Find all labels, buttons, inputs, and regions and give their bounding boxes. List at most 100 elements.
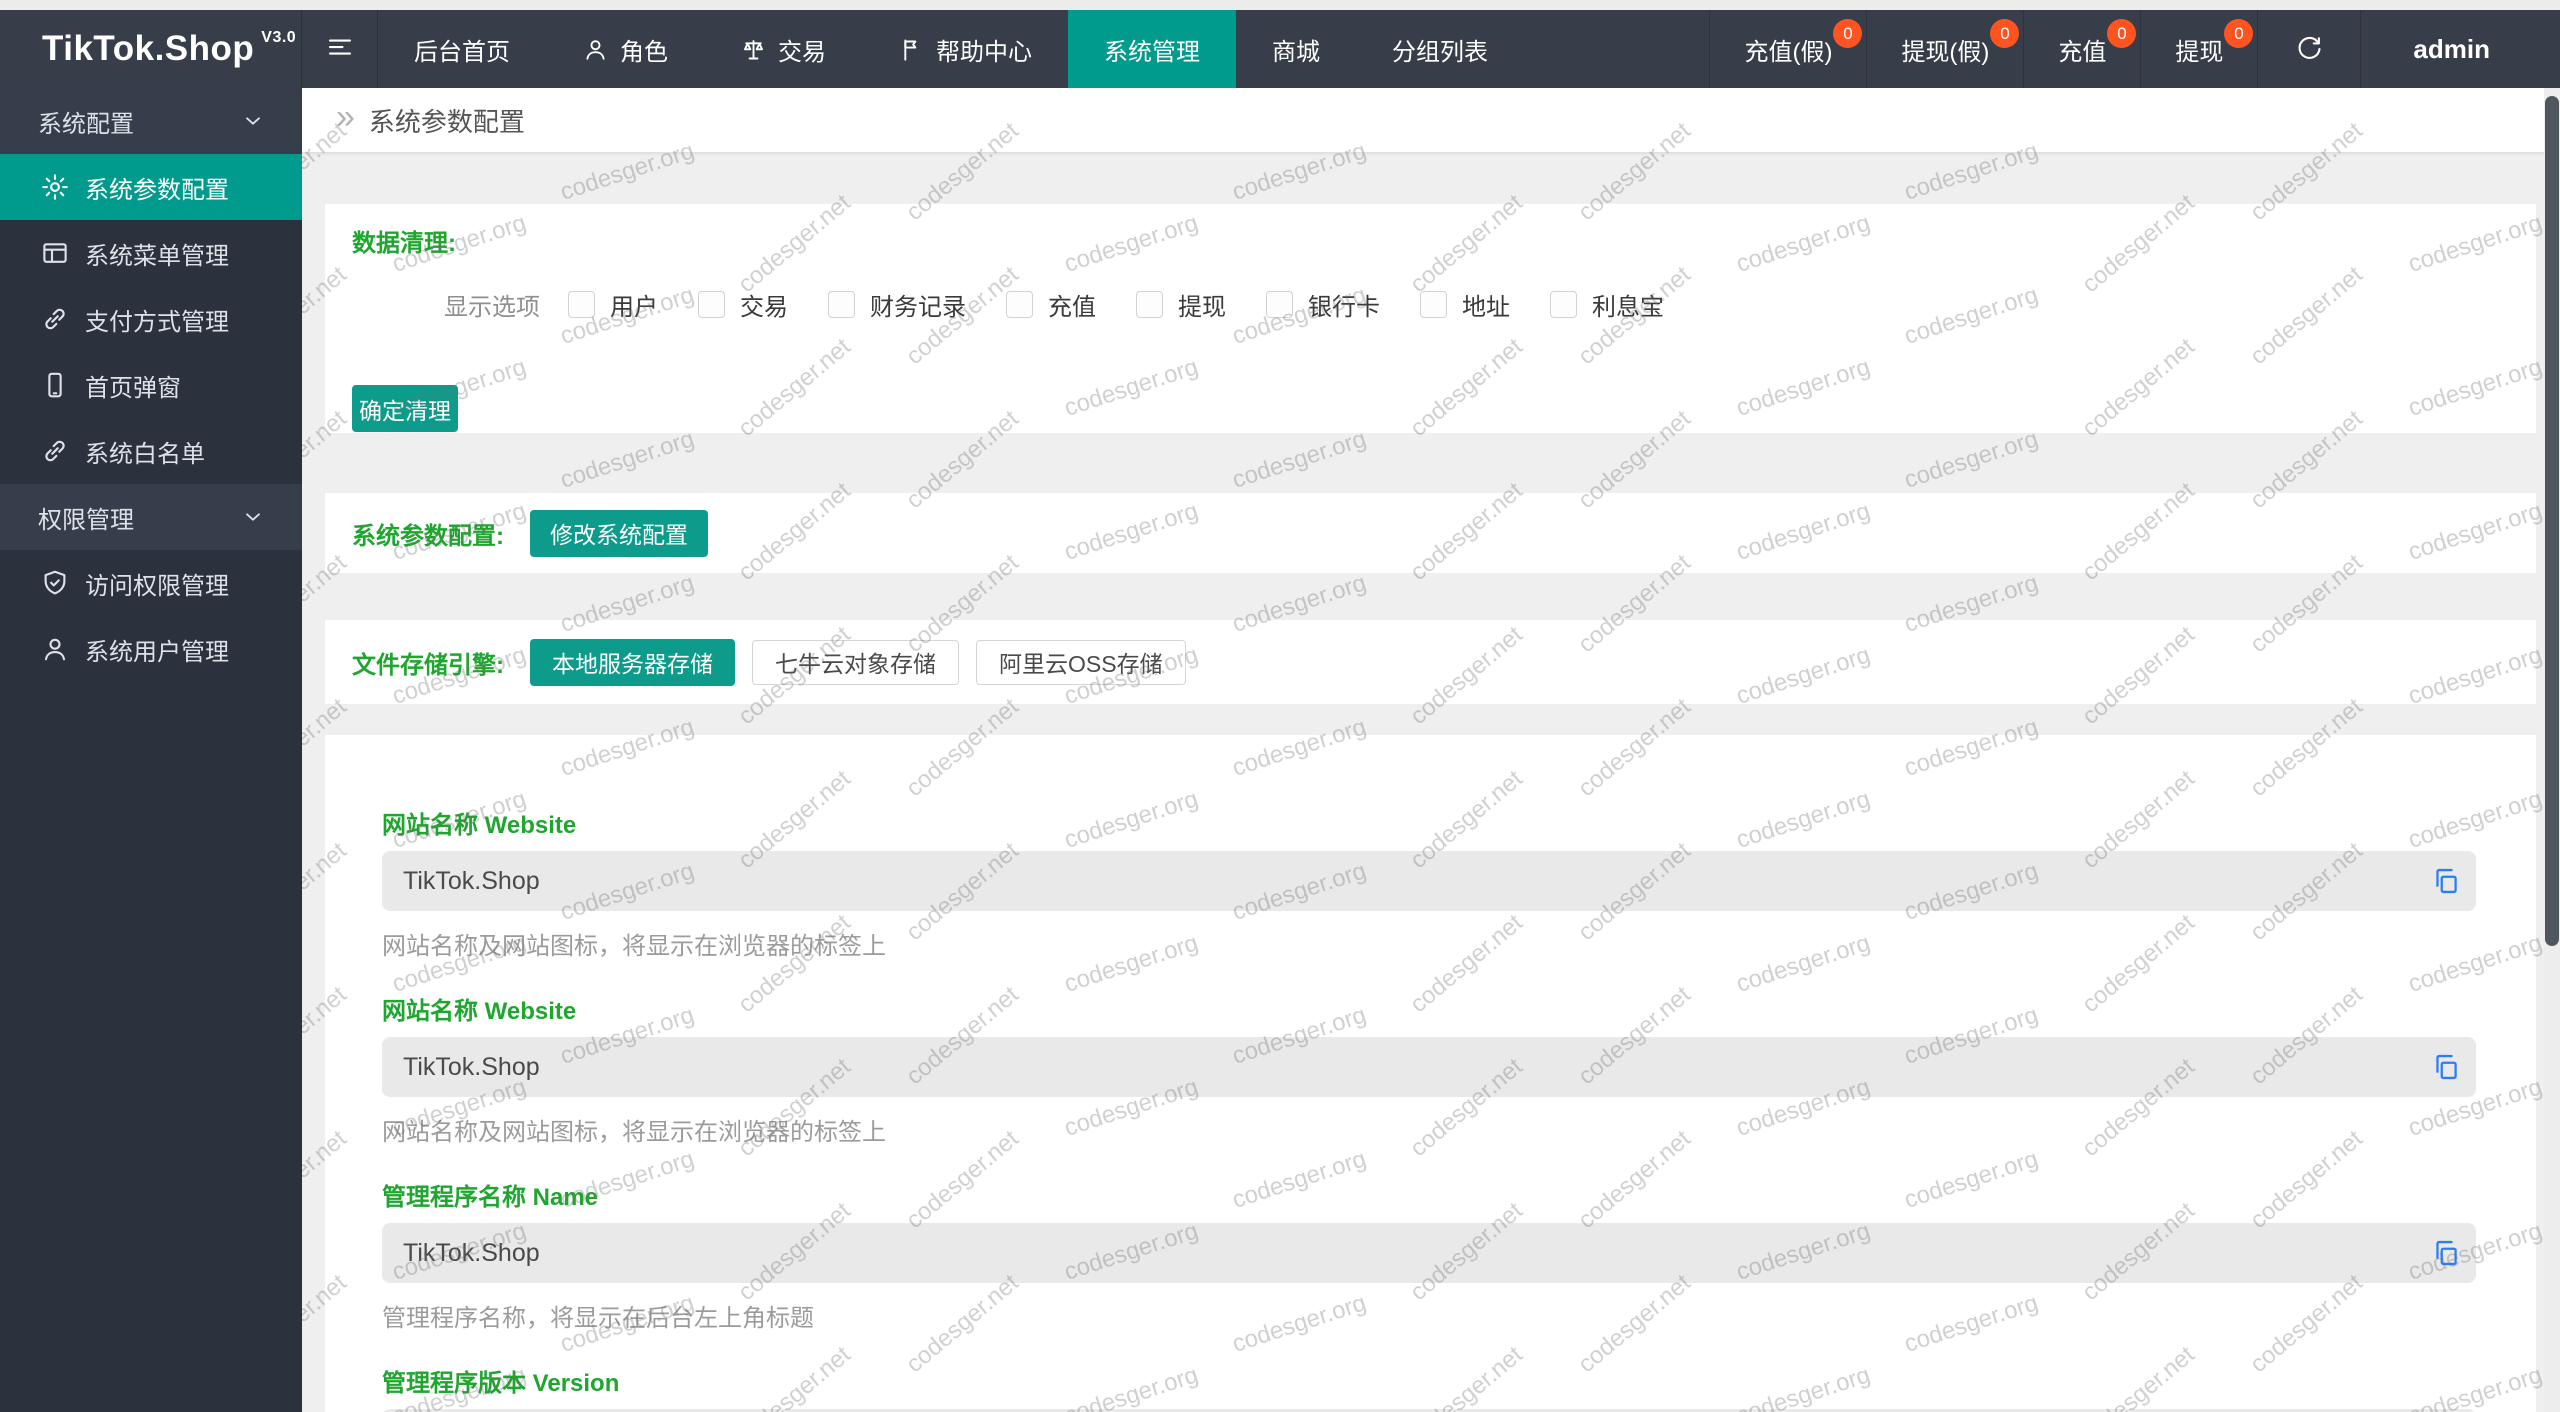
nav-item-help[interactable]: 帮助中心 [862, 10, 1068, 88]
sidebar-item-label: 首页弹窗 [85, 374, 181, 402]
sidebar-group-system-config[interactable]: 系统配置 [0, 88, 302, 154]
user-menu[interactable]: admin [2360, 10, 2560, 88]
checkbox-users[interactable] [568, 290, 595, 318]
page-top-strip [0, 0, 2560, 10]
checkbox-label: 利息宝 [1592, 293, 1664, 321]
action-withdraw[interactable]: 提现 0 [2140, 10, 2257, 88]
nav-item-groups[interactable]: 分组列表 [1356, 10, 1524, 88]
chevron-down-icon [246, 513, 260, 521]
text-input-website-1[interactable]: TikTok.Shop [382, 851, 2476, 911]
page-scrollbar[interactable] [2544, 88, 2560, 1412]
card-settings-form: 网站名称 Website TikTok.Shop 网站名称及网站图标，将显示在浏览器… [325, 735, 2536, 1412]
checkbox-withdraw[interactable] [1136, 290, 1163, 318]
checkbox-option-users[interactable]: 用户 [568, 287, 658, 322]
checkbox-option-withdraw[interactable]: 提现 [1136, 287, 1226, 322]
top-header: TikTok.Shop V3.0 后台首页 角色 交易 帮助中心 系统管理 商城 分组列表 … [0, 10, 2560, 88]
sidebar-item-label: 访问权限管理 [85, 572, 229, 600]
badge-count: 0 [1990, 19, 2020, 48]
field-help: 管理程序名称，将显示在后台左上角标题 [382, 1305, 814, 1332]
sidebar-item-popup[interactable]: 首页弹窗 [0, 352, 302, 418]
app-logo[interactable]: TikTok.Shop V3.0 [0, 10, 302, 88]
nav-item-mall[interactable]: 商城 [1236, 10, 1356, 88]
text-input-website-2[interactable]: TikTok.Shop [382, 1037, 2476, 1097]
card-sys-config: 系统参数配置: 修改系统配置 [325, 493, 2536, 573]
checkbox-option-finance[interactable]: 财务记录 [828, 287, 966, 322]
copy-icon [2436, 868, 2457, 894]
checkbox-trade[interactable] [698, 290, 725, 318]
sidebar-toggle-button[interactable] [302, 10, 378, 88]
input-value: TikTok.Shop [403, 1052, 540, 1081]
user-icon [44, 638, 66, 661]
field-label: 网站名称 Website [382, 812, 577, 839]
sidebar-item-menus[interactable]: 系统菜单管理 [0, 220, 302, 286]
nav-item-system[interactable]: 系统管理 [1068, 10, 1236, 88]
storage-option-qiniu[interactable]: 七牛云对象存储 [752, 639, 959, 685]
chevron-down-icon [246, 117, 260, 125]
sidebar-item-label: 支付方式管理 [85, 308, 229, 336]
nav-item-label: 商城 [1272, 38, 1320, 66]
phone-icon [48, 372, 62, 398]
checkbox-label: 用户 [610, 293, 658, 321]
badge-count: 0 [2224, 19, 2254, 48]
scales-icon [743, 39, 764, 59]
storage-option-local[interactable]: 本地服务器存储 [530, 638, 735, 686]
action-withdraw-fake[interactable]: 提现(假) 0 [1866, 10, 2023, 88]
copy-icon [2436, 1240, 2457, 1266]
checkbox-option-address[interactable]: 地址 [1420, 287, 1510, 322]
action-label: 充值 [2058, 38, 2107, 66]
menu-icon [43, 243, 67, 263]
breadcrumb-label: 系统参数配置 [368, 106, 525, 137]
card-storage-engine: 文件存储引擎: 本地服务器存储 七牛云对象存储 阿里云OSS存储 [325, 620, 2536, 704]
action-recharge-fake[interactable]: 充值(假) 0 [1709, 10, 1866, 88]
data-clean-title: 数据清理: [352, 230, 456, 257]
checkbox-recharge[interactable] [1006, 290, 1033, 318]
sidebar-item-access[interactable]: 访问权限管理 [0, 550, 302, 616]
link-icon [45, 308, 65, 330]
sidebar-item-users[interactable]: 系统用户管理 [0, 616, 302, 682]
main-area: » 系统参数配置 数据清理: 显示选项 用户 交易 财务记录 充值 提现 银行卡 地址 利息宝… [302, 88, 2560, 1412]
copy-button[interactable] [2430, 1051, 2462, 1083]
nav-item-trade[interactable]: 交易 [704, 10, 862, 88]
sidebar-item-label: 系统参数配置 [85, 176, 229, 204]
storage-option-alioss[interactable]: 阿里云OSS存储 [976, 639, 1186, 685]
app-title: TikTok.Shop [42, 29, 255, 68]
nav-item-label: 系统管理 [1104, 38, 1200, 66]
refresh-icon [2298, 36, 2321, 59]
checkbox-address[interactable] [1420, 290, 1447, 318]
confirm-clean-button[interactable]: 确定清理 [352, 385, 458, 432]
flag-icon [904, 39, 917, 61]
checkbox-option-recharge[interactable]: 充值 [1006, 287, 1096, 322]
checkbox-bankcard[interactable] [1266, 290, 1293, 318]
sidebar-item-payment[interactable]: 支付方式管理 [0, 286, 302, 352]
watermark-text: codesger.org [1229, 425, 1370, 494]
checkbox-interest[interactable] [1550, 290, 1577, 318]
nav-item-home[interactable]: 后台首页 [378, 10, 546, 88]
sidebar-item-whitelist[interactable]: 系统白名单 [0, 418, 302, 484]
nav-item-label: 分组列表 [1392, 38, 1488, 66]
form-field-website-1: 网站名称 Website TikTok.Shop 网站名称及网站图标，将显示在浏览器… [382, 805, 2476, 961]
sidebar-item-params[interactable]: 系统参数配置 [0, 154, 302, 220]
checkbox-finance[interactable] [828, 290, 855, 318]
action-label: 提现(假) [1901, 38, 1990, 66]
nav-item-label: 角色 [620, 38, 668, 66]
checkbox-option-interest[interactable]: 利息宝 [1550, 287, 1664, 322]
options-caption: 显示选项 [444, 293, 540, 321]
checkbox-label: 提现 [1178, 293, 1226, 321]
modify-config-button[interactable]: 修改系统配置 [530, 509, 708, 557]
action-recharge[interactable]: 充值 0 [2023, 10, 2140, 88]
checkbox-option-trade[interactable]: 交易 [698, 287, 788, 322]
copy-button[interactable] [2430, 1237, 2462, 1269]
action-label: 充值(假) [1744, 38, 1833, 66]
refresh-button[interactable] [2257, 10, 2360, 88]
checkbox-option-bankcard[interactable]: 银行卡 [1266, 287, 1380, 322]
scrollbar-thumb[interactable] [2545, 96, 2559, 946]
sidebar-item-label: 系统菜单管理 [85, 242, 229, 270]
breadcrumb: » 系统参数配置 [302, 88, 2560, 152]
app-version: V3.0 [261, 29, 297, 46]
copy-icon [2436, 1054, 2457, 1080]
sidebar-group-permissions[interactable]: 权限管理 [0, 484, 302, 550]
copy-button[interactable] [2430, 865, 2462, 897]
input-value: TikTok.Shop [403, 866, 540, 895]
text-input-admin-name[interactable]: TikTok.Shop [382, 1223, 2476, 1283]
nav-item-roles[interactable]: 角色 [546, 10, 704, 88]
